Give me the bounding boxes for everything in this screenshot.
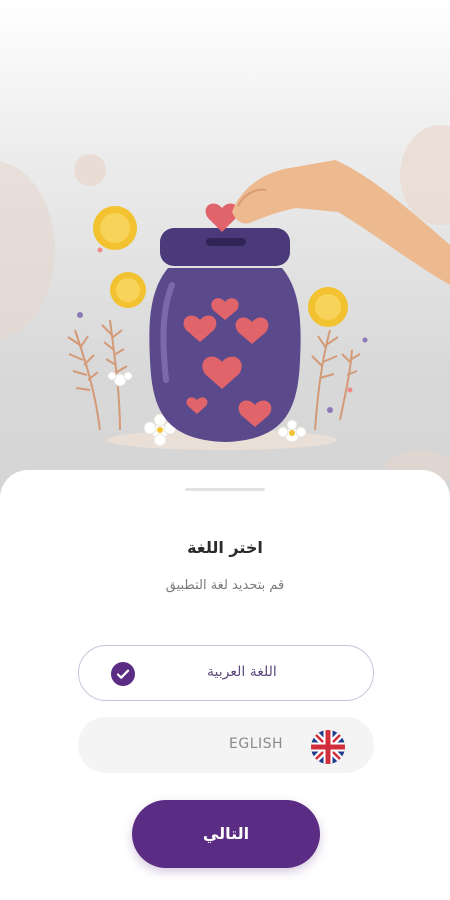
language-option-label: اللغة العربية bbox=[207, 664, 277, 680]
hero-illustration bbox=[0, 0, 450, 520]
sheet-drag-handle[interactable] bbox=[185, 488, 265, 491]
sheet-title: اختر اللغة bbox=[187, 538, 263, 557]
language-option-english[interactable]: EGLISH bbox=[78, 717, 374, 773]
sheet-subtitle: قم بتحديد لغة التطبيق bbox=[165, 578, 285, 593]
jar-icon bbox=[149, 228, 301, 442]
money-jar-illustration bbox=[0, 125, 450, 490]
next-button[interactable]: التالي bbox=[132, 800, 320, 868]
language-bottom-sheet: اختر اللغة قم بتحديد لغة التطبيق اللغة ا… bbox=[0, 470, 450, 900]
leaf-decoration-right bbox=[311, 329, 361, 431]
check-icon bbox=[111, 662, 135, 686]
language-option-arabic[interactable]: اللغة العربية bbox=[78, 645, 374, 701]
uk-flag-icon bbox=[311, 730, 345, 764]
language-option-label: EGLISH bbox=[229, 736, 284, 752]
